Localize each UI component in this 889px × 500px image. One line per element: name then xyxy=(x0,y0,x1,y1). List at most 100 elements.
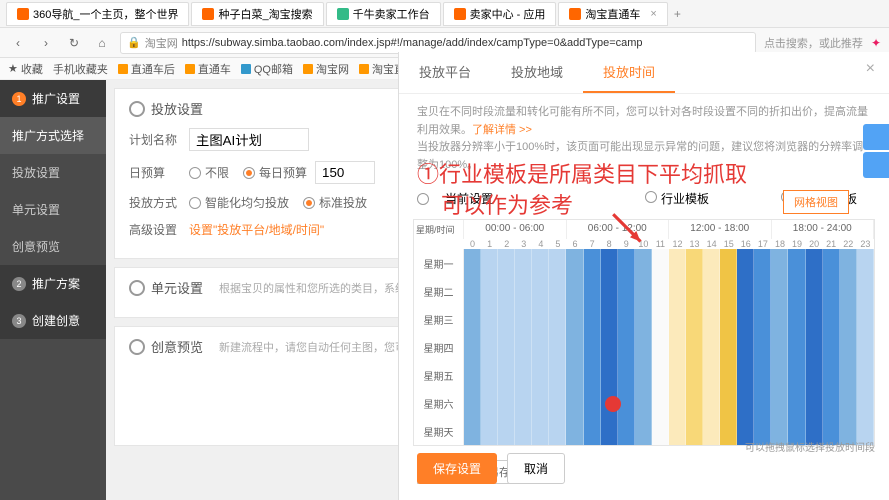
schedule-cell[interactable] xyxy=(771,305,788,333)
schedule-cell[interactable] xyxy=(566,361,583,389)
day-row[interactable]: 星期四 xyxy=(414,333,874,361)
nav-item-preview[interactable]: 创意预览 xyxy=(0,228,106,265)
tab-region[interactable]: 投放地域 xyxy=(491,52,583,93)
nav-item-mode[interactable]: 推广方式选择 xyxy=(0,117,106,154)
schedule-cell[interactable] xyxy=(618,417,635,445)
schedule-cell[interactable] xyxy=(788,277,805,305)
schedule-cell[interactable] xyxy=(601,277,618,305)
schedule-cell[interactable] xyxy=(618,305,635,333)
tab-3[interactable]: 卖家中心 - 应用 xyxy=(443,2,557,26)
schedule-cell[interactable] xyxy=(481,333,498,361)
schedule-cell[interactable] xyxy=(669,305,686,333)
schedule-cell[interactable] xyxy=(481,417,498,445)
schedule-cell[interactable] xyxy=(840,361,857,389)
schedule-cell[interactable] xyxy=(720,361,737,389)
schedule-cell[interactable] xyxy=(669,417,686,445)
schedule-cell[interactable] xyxy=(754,277,771,305)
nav-item-delivery[interactable]: 投放设置 xyxy=(0,154,106,191)
schedule-cell[interactable] xyxy=(464,333,481,361)
radio-smart[interactable] xyxy=(189,197,201,209)
new-tab-button[interactable]: + xyxy=(674,7,681,21)
schedule-cell[interactable] xyxy=(806,361,823,389)
schedule-cell[interactable] xyxy=(532,361,549,389)
schedule-cell[interactable] xyxy=(652,389,669,417)
schedule-cell[interactable] xyxy=(515,333,532,361)
day-row[interactable]: 星期六 xyxy=(414,389,874,417)
schedule-cell[interactable] xyxy=(652,249,669,277)
schedule-cell[interactable] xyxy=(788,305,805,333)
schedule-cell[interactable] xyxy=(584,277,601,305)
schedule-cell[interactable] xyxy=(635,277,652,305)
float-btn-2[interactable] xyxy=(863,152,889,178)
adv-settings-link[interactable]: 设置"投放平台/地域/时间" xyxy=(189,221,324,238)
day-row[interactable]: 星期二 xyxy=(414,277,874,305)
forward-button[interactable]: › xyxy=(36,33,56,53)
radio-standard[interactable] xyxy=(303,197,315,209)
nav-group-3[interactable]: 3创建创意 xyxy=(0,302,106,339)
schedule-cell[interactable] xyxy=(549,333,566,361)
schedule-cell[interactable] xyxy=(652,417,669,445)
schedule-cell[interactable] xyxy=(566,389,583,417)
schedule-cell[interactable] xyxy=(464,249,481,277)
schedule-cell[interactable] xyxy=(481,277,498,305)
schedule-cell[interactable] xyxy=(549,277,566,305)
tab-0[interactable]: 360导航_一个主页，整个世界 xyxy=(6,2,189,26)
schedule-cell[interactable] xyxy=(532,249,549,277)
schedule-cell[interactable] xyxy=(788,333,805,361)
schedule-cell[interactable] xyxy=(549,305,566,333)
bm-item[interactable]: 直通车 xyxy=(185,61,231,77)
schedule-cell[interactable] xyxy=(481,305,498,333)
schedule-cell[interactable] xyxy=(515,417,532,445)
learn-more-link[interactable]: 了解详情 >> xyxy=(472,124,532,136)
schedule-cell[interactable] xyxy=(515,361,532,389)
schedule-cell[interactable] xyxy=(532,389,549,417)
schedule-cell[interactable] xyxy=(703,333,720,361)
schedule-cell[interactable] xyxy=(737,333,754,361)
schedule-cell[interactable] xyxy=(549,361,566,389)
schedule-cell[interactable] xyxy=(566,249,583,277)
schedule-cell[interactable] xyxy=(686,389,703,417)
schedule-cell[interactable] xyxy=(532,277,549,305)
close-button[interactable]: × xyxy=(866,60,875,78)
schedule-cell[interactable] xyxy=(498,361,515,389)
schedule-cell[interactable] xyxy=(703,417,720,445)
schedule-cell[interactable] xyxy=(737,361,754,389)
schedule-cell[interactable] xyxy=(669,333,686,361)
schedule-cell[interactable] xyxy=(720,249,737,277)
schedule-cell[interactable] xyxy=(771,277,788,305)
home-button[interactable]: ⌂ xyxy=(92,33,112,53)
nav-group-1[interactable]: 1推广设置 xyxy=(0,80,106,117)
schedule-cell[interactable] xyxy=(686,249,703,277)
schedule-cell[interactable] xyxy=(584,333,601,361)
schedule-cell[interactable] xyxy=(754,333,771,361)
schedule-cell[interactable] xyxy=(840,389,857,417)
schedule-cell[interactable] xyxy=(669,277,686,305)
schedule-cell[interactable] xyxy=(754,305,771,333)
schedule-cell[interactable] xyxy=(652,277,669,305)
budget-input[interactable] xyxy=(315,161,375,184)
schedule-cell[interactable] xyxy=(737,305,754,333)
schedule-cell[interactable] xyxy=(601,417,618,445)
schedule-cell[interactable] xyxy=(703,389,720,417)
bm-item[interactable]: QQ邮箱 xyxy=(241,61,293,77)
schedule-cell[interactable] xyxy=(464,361,481,389)
schedule-cell[interactable] xyxy=(857,389,874,417)
grid-view-button[interactable]: 网格视图 xyxy=(783,190,849,214)
schedule-cell[interactable] xyxy=(635,249,652,277)
schedule-cell[interactable] xyxy=(481,361,498,389)
schedule-cell[interactable] xyxy=(754,361,771,389)
schedule-cell[interactable] xyxy=(498,305,515,333)
schedule-cell[interactable] xyxy=(857,277,874,305)
url-input[interactable]: 🔒 淘宝网 https://subway.simba.taobao.com/in… xyxy=(120,32,756,54)
schedule-cell[interactable] xyxy=(584,361,601,389)
schedule-cell[interactable] xyxy=(515,389,532,417)
schedule-cell[interactable] xyxy=(823,333,840,361)
schedule-cell[interactable] xyxy=(720,277,737,305)
cancel-button[interactable]: 取消 xyxy=(507,453,565,484)
schedule-cell[interactable] xyxy=(823,389,840,417)
schedule-cell[interactable] xyxy=(806,305,823,333)
schedule-cell[interactable] xyxy=(806,389,823,417)
schedule-cell[interactable] xyxy=(823,361,840,389)
schedule-cell[interactable] xyxy=(566,333,583,361)
schedule-cell[interactable] xyxy=(464,305,481,333)
